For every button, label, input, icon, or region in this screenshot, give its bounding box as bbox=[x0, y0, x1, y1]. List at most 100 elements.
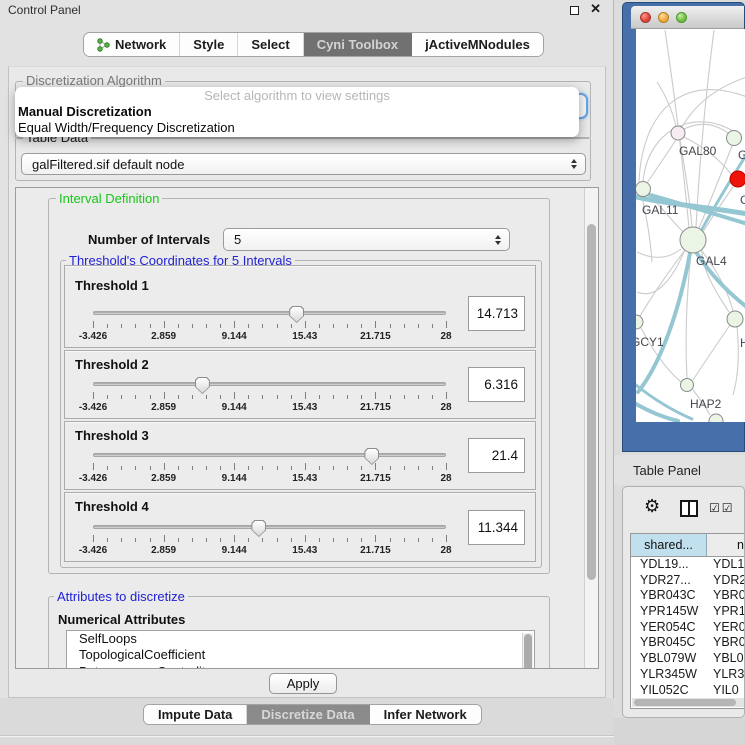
attribute-list-item[interactable]: SelfLoops bbox=[67, 631, 534, 647]
table-row[interactable]: YDR27...YDR2 bbox=[631, 573, 745, 589]
network-edge[interactable] bbox=[693, 325, 730, 380]
table-panel-title: Table Panel bbox=[633, 463, 701, 478]
control-panel-title: Control Panel bbox=[8, 3, 81, 17]
network-edge[interactable] bbox=[637, 249, 681, 257]
tick-label: -3.426 bbox=[79, 402, 107, 413]
threshold-value-field[interactable]: 11.344 bbox=[468, 510, 525, 545]
cell-shared-name[interactable]: YBR045C bbox=[631, 635, 707, 651]
cell-name[interactable]: YLR3 bbox=[707, 667, 745, 683]
network-edge[interactable] bbox=[647, 140, 676, 183]
network-node[interactable] bbox=[636, 182, 651, 197]
scrollbar-thumb[interactable] bbox=[587, 224, 596, 580]
network-node[interactable] bbox=[727, 311, 743, 327]
tab-label: Select bbox=[251, 37, 289, 52]
threshold-label: Threshold 4 bbox=[75, 499, 149, 514]
minimize-traffic-icon[interactable] bbox=[658, 12, 669, 23]
tab-impute-data[interactable]: Impute Data bbox=[144, 705, 247, 724]
network-node[interactable] bbox=[727, 131, 742, 146]
network-edge-thick[interactable] bbox=[638, 253, 690, 392]
network-node[interactable] bbox=[730, 171, 745, 187]
cell-shared-name[interactable]: YIL052C bbox=[631, 683, 707, 699]
cell-name[interactable]: YBR0 bbox=[707, 588, 745, 604]
zoom-traffic-icon[interactable] bbox=[676, 12, 687, 23]
table-row[interactable]: YER054CYER0 bbox=[631, 620, 745, 636]
cell-shared-name[interactable]: YER054C bbox=[631, 620, 707, 636]
table-data-combobox[interactable]: galFiltered.sif default node bbox=[21, 153, 586, 175]
table-row[interactable]: YDL19...YDL1 bbox=[631, 557, 745, 573]
float-window-icon[interactable] bbox=[570, 6, 579, 15]
algorithm-option-equal-width-frequency[interactable]: Equal Width/Frequency Discretization bbox=[15, 120, 579, 136]
tab-network[interactable]: Network bbox=[84, 33, 180, 56]
threshold-label: Threshold 1 bbox=[75, 278, 149, 293]
slider-track[interactable] bbox=[93, 311, 446, 315]
cell-shared-name[interactable]: YBL079W bbox=[631, 651, 707, 667]
number-of-intervals-combobox[interactable]: 5 bbox=[223, 228, 510, 251]
slider-track[interactable] bbox=[93, 525, 446, 529]
network-node[interactable] bbox=[709, 414, 723, 422]
cell-shared-name[interactable]: YBR043C bbox=[631, 588, 707, 604]
cell-shared-name[interactable]: YDR27... bbox=[631, 573, 707, 589]
slider-thumb[interactable] bbox=[289, 306, 304, 323]
settings-vertical-scrollbar[interactable] bbox=[584, 188, 598, 668]
select-columns-icon[interactable]: ☑☑ bbox=[709, 501, 735, 515]
tab-jactivemnodules[interactable]: jActiveMNodules bbox=[412, 33, 543, 56]
threshold-value-field[interactable]: 14.713 bbox=[468, 296, 525, 331]
cell-name[interactable]: YBL0 bbox=[707, 651, 745, 667]
slider-track[interactable] bbox=[93, 453, 446, 457]
cell-shared-name[interactable]: YLR345W bbox=[631, 667, 707, 683]
network-node[interactable] bbox=[680, 227, 706, 253]
column-header-shared-name[interactable]: shared... bbox=[631, 534, 707, 556]
cell-name[interactable]: YBR0 bbox=[707, 635, 745, 651]
split-column-icon[interactable] bbox=[680, 500, 698, 517]
tab-infer-network[interactable]: Infer Network bbox=[370, 705, 481, 724]
attributes-list-scrollbar[interactable] bbox=[522, 633, 533, 669]
close-icon[interactable]: ✕ bbox=[590, 1, 601, 17]
network-node[interactable] bbox=[681, 379, 694, 392]
apply-button[interactable]: Apply bbox=[269, 673, 337, 694]
algorithm-dropdown-popup: Select algorithm to view settings Manual… bbox=[15, 87, 579, 137]
tick-label: 21.715 bbox=[360, 545, 391, 556]
tab-label: Network bbox=[115, 37, 166, 52]
numerical-attributes-list[interactable]: SelfLoopsTopologicalCoefficientBetweenne… bbox=[66, 630, 535, 669]
network-edge[interactable] bbox=[637, 252, 684, 294]
threshold-value-field[interactable]: 6.316 bbox=[468, 367, 525, 402]
slider-thumb[interactable] bbox=[251, 520, 266, 537]
cell-name[interactable]: YER0 bbox=[707, 620, 745, 636]
column-header-name[interactable]: na bbox=[707, 534, 745, 556]
slider-thumb[interactable] bbox=[195, 377, 210, 394]
gear-icon[interactable]: ⚙ bbox=[644, 497, 660, 515]
slider-thumb[interactable] bbox=[364, 448, 379, 465]
cell-name[interactable]: YPR1 bbox=[707, 604, 745, 620]
network-canvas[interactable]: GAL80GACGAL11GAL4GCY1HHAP2 bbox=[636, 29, 745, 422]
network-edge[interactable] bbox=[682, 77, 745, 127]
table-row[interactable]: YPR145WYPR1 bbox=[631, 604, 745, 620]
scrollbar-thumb[interactable] bbox=[634, 699, 736, 706]
close-traffic-icon[interactable] bbox=[640, 12, 651, 23]
table-row[interactable]: YBL079WYBL0 bbox=[631, 651, 745, 667]
cell-shared-name[interactable]: YPR145W bbox=[631, 604, 707, 620]
cell-shared-name[interactable]: YDL19... bbox=[631, 557, 707, 573]
cell-name[interactable]: YDR2 bbox=[707, 573, 745, 589]
attribute-list-item[interactable]: TopologicalCoefficient bbox=[67, 647, 534, 663]
table-row[interactable]: YIL052CYIL0 bbox=[631, 683, 745, 699]
slider-track[interactable] bbox=[93, 382, 446, 386]
tab-select[interactable]: Select bbox=[238, 33, 303, 56]
attribute-list-item[interactable]: BetweennessCentrality bbox=[67, 664, 534, 669]
table-horizontal-scrollbar[interactable] bbox=[632, 698, 744, 707]
table-row[interactable]: YLR345WYLR3 bbox=[631, 667, 745, 683]
table-rows: YDL19...YDL1YDR27...YDR2YBR043CYBR0YPR14… bbox=[631, 557, 745, 698]
network-node[interactable] bbox=[636, 315, 643, 329]
tab-style[interactable]: Style bbox=[180, 33, 238, 56]
cell-name[interactable]: YDL1 bbox=[707, 557, 745, 573]
threshold-value-field[interactable]: 21.4 bbox=[468, 438, 525, 473]
tab-discretize-data[interactable]: Discretize Data bbox=[247, 705, 369, 724]
table-row[interactable]: YBR043CYBR0 bbox=[631, 588, 745, 604]
network-edge-thick[interactable] bbox=[636, 404, 678, 421]
cell-name[interactable]: YIL0 bbox=[707, 683, 745, 699]
tab-cyni-toolbox[interactable]: Cyni Toolbox bbox=[304, 33, 412, 56]
table-row[interactable]: YBR045CYBR0 bbox=[631, 635, 745, 651]
network-node[interactable] bbox=[671, 126, 685, 140]
network-edge[interactable] bbox=[733, 327, 738, 395]
node-table[interactable]: shared... na YDL19...YDL1YDR27...YDR2YBR… bbox=[630, 533, 745, 709]
algorithm-option-manual-discretization[interactable]: Manual Discretization bbox=[15, 104, 579, 120]
